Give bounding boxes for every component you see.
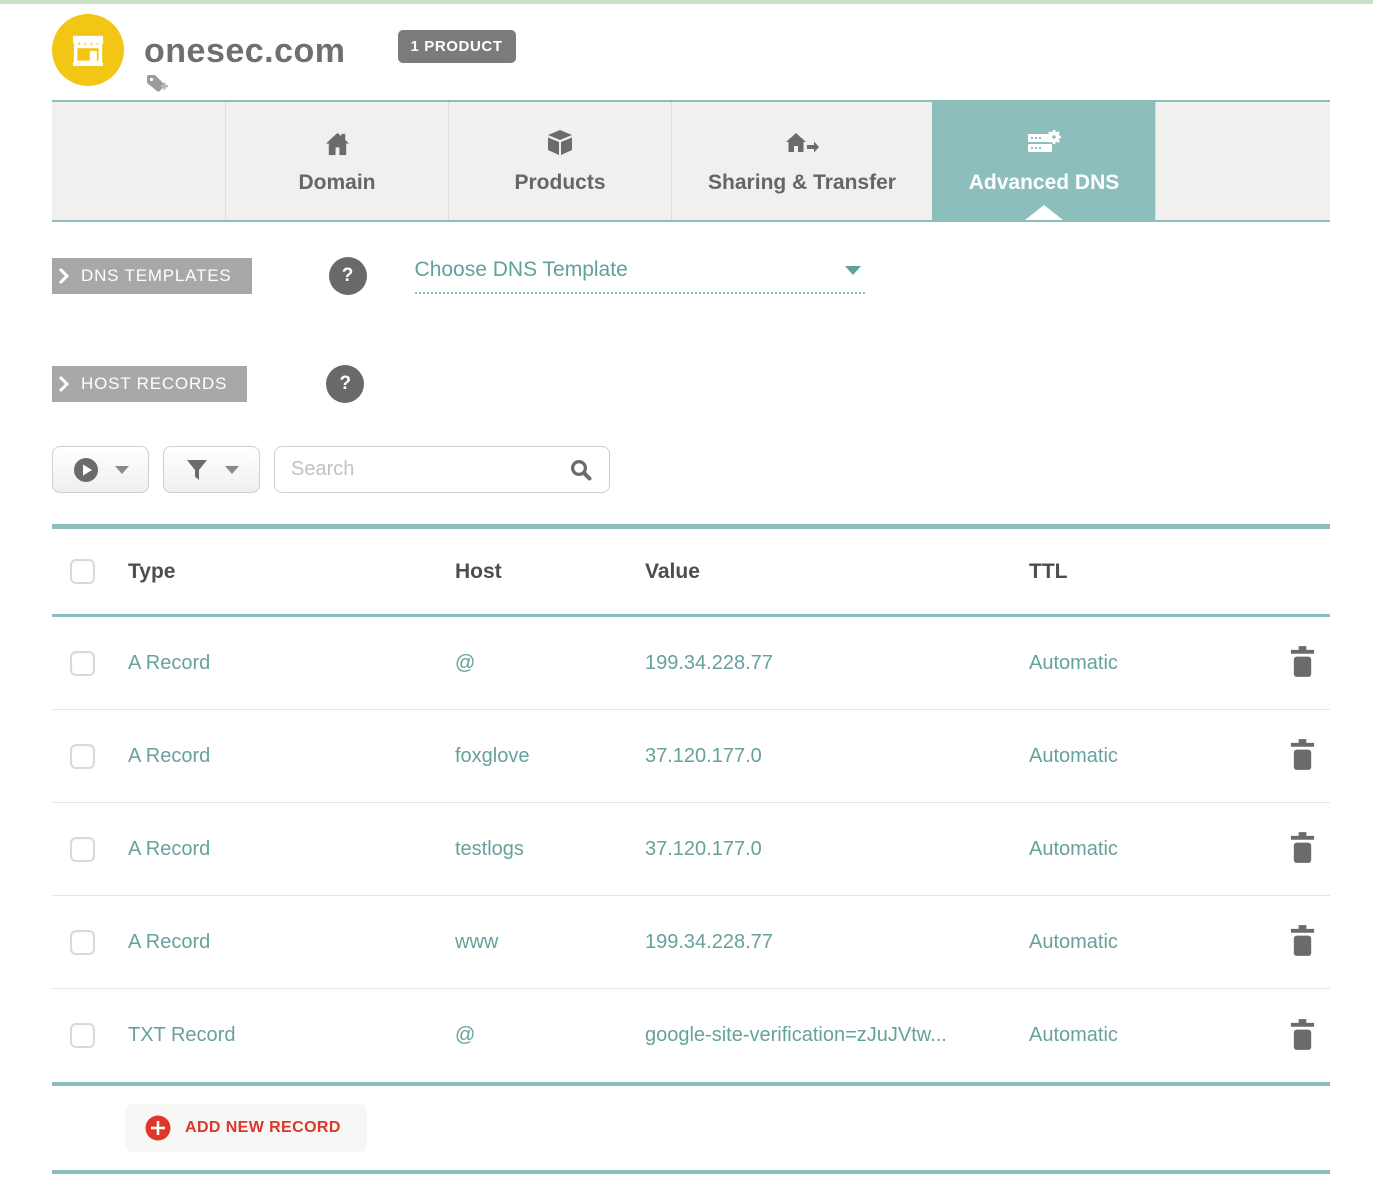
table-row: A Record foxglove 37.120.177.0 Automatic — [52, 710, 1330, 803]
trash-icon — [1289, 646, 1316, 677]
column-header-value: Value — [645, 560, 1029, 584]
tab-label: Advanced DNS — [969, 171, 1120, 195]
tab-label: Sharing & Transfer — [708, 171, 896, 195]
record-type[interactable]: A Record — [128, 931, 455, 954]
trash-icon — [1289, 925, 1316, 956]
table-row: TXT Record @ google-site-verification=zJ… — [52, 989, 1330, 1082]
record-type[interactable]: A Record — [128, 652, 455, 675]
tab-products[interactable]: Products — [448, 102, 671, 220]
records-toolbar — [52, 446, 1330, 493]
chevron-down-icon — [845, 266, 861, 275]
record-value[interactable]: 199.34.228.77 — [645, 931, 1029, 954]
record-host[interactable]: testlogs — [455, 838, 645, 861]
search-input[interactable] — [291, 458, 569, 481]
delete-record-button[interactable] — [1285, 735, 1320, 777]
select-all-checkbox[interactable] — [70, 559, 95, 584]
dropdown-value: Choose DNS Template — [415, 258, 628, 282]
bulk-actions-button[interactable] — [52, 446, 149, 493]
record-ttl[interactable]: Automatic — [1029, 652, 1275, 675]
filter-button[interactable] — [163, 446, 260, 493]
delete-record-button[interactable] — [1285, 921, 1320, 963]
trash-icon — [1289, 739, 1316, 770]
home-icon — [324, 128, 351, 158]
dns-templates-help-button[interactable]: ? — [329, 257, 367, 295]
dns-templates-section: DNS TEMPLATES ? Choose DNS Template — [52, 257, 1330, 295]
section-label: HOST RECORDS — [81, 374, 227, 394]
delete-record-button[interactable] — [1285, 828, 1320, 870]
record-host[interactable]: foxglove — [455, 745, 645, 768]
record-ttl[interactable]: Automatic — [1029, 838, 1275, 861]
chevron-right-icon — [58, 267, 69, 285]
product-count-badge: 1 PRODUCT — [398, 30, 516, 63]
dns-template-dropdown[interactable]: Choose DNS Template — [415, 258, 865, 294]
delete-record-button[interactable] — [1285, 642, 1320, 684]
row-checkbox[interactable] — [70, 930, 95, 955]
chevron-right-icon — [58, 375, 69, 393]
record-host[interactable]: @ — [455, 652, 645, 675]
bottom-divider — [52, 1170, 1330, 1174]
record-type[interactable]: A Record — [128, 838, 455, 861]
tab-label: Domain — [298, 171, 375, 195]
tab-spacer — [52, 102, 225, 220]
dns-server-gear-icon — [1027, 128, 1061, 158]
host-records-section: HOST RECORDS ? — [52, 365, 1330, 403]
add-new-record-button[interactable]: ADD NEW RECORD — [125, 1104, 367, 1152]
chevron-down-icon — [225, 466, 239, 474]
column-header-host: Host — [455, 560, 645, 584]
record-type[interactable]: TXT Record — [128, 1024, 455, 1047]
host-records-help-button[interactable]: ? — [326, 365, 364, 403]
tab-label: Products — [514, 171, 605, 195]
add-record-section: ADD NEW RECORD — [52, 1086, 1330, 1170]
column-header-ttl: TTL — [1029, 560, 1275, 584]
plus-circle-icon — [145, 1115, 171, 1141]
row-checkbox[interactable] — [70, 744, 95, 769]
domain-header: onesec.com 1 PRODUCT — [52, 4, 1330, 100]
trash-icon — [1289, 832, 1316, 863]
record-value[interactable]: 199.34.228.77 — [645, 652, 1029, 675]
record-ttl[interactable]: Automatic — [1029, 1024, 1275, 1047]
record-ttl[interactable]: Automatic — [1029, 931, 1275, 954]
host-records-table: Type Host Value TTL A Record @ 199.34.22… — [52, 524, 1330, 1086]
tab-spacer — [1155, 102, 1330, 220]
table-row: A Record www 199.34.228.77 Automatic — [52, 896, 1330, 989]
tab-domain[interactable]: Domain — [225, 102, 448, 220]
record-host[interactable]: @ — [455, 1024, 645, 1047]
table-body: A Record @ 199.34.228.77 Automatic A Rec… — [52, 617, 1330, 1086]
record-value[interactable]: 37.120.177.0 — [645, 838, 1029, 861]
table-row: A Record @ 199.34.228.77 Automatic — [52, 617, 1330, 710]
storefront-icon — [52, 14, 124, 86]
tab-sharing-transfer[interactable]: Sharing & Transfer — [671, 102, 932, 220]
row-checkbox[interactable] — [70, 837, 95, 862]
host-records-ribbon: HOST RECORDS — [52, 366, 247, 402]
table-row: A Record testlogs 37.120.177.0 Automatic — [52, 803, 1330, 896]
row-checkbox[interactable] — [70, 1023, 95, 1048]
record-type[interactable]: A Record — [128, 745, 455, 768]
record-ttl[interactable]: Automatic — [1029, 745, 1275, 768]
delete-record-button[interactable] — [1285, 1015, 1320, 1057]
dns-templates-ribbon: DNS TEMPLATES — [52, 258, 252, 294]
column-header-type: Type — [128, 560, 455, 584]
tab-bar: Domain Products Sharing & Transfer — [52, 100, 1330, 222]
section-label: DNS TEMPLATES — [81, 266, 232, 286]
chevron-down-icon — [115, 466, 129, 474]
page-title: onesec.com — [144, 32, 346, 71]
row-checkbox[interactable] — [70, 651, 95, 676]
record-value[interactable]: google-site-verification=zJuJVtw... — [645, 1024, 1029, 1047]
filter-funnel-icon — [185, 458, 209, 482]
trash-icon — [1289, 1019, 1316, 1050]
record-value[interactable]: 37.120.177.0 — [645, 745, 1029, 768]
search-icon[interactable] — [569, 458, 593, 482]
tab-advanced-dns[interactable]: Advanced DNS — [932, 102, 1155, 220]
table-header-row: Type Host Value TTL — [52, 529, 1330, 617]
search-box — [274, 446, 610, 493]
box-icon — [545, 128, 575, 158]
record-host[interactable]: www — [455, 931, 645, 954]
house-transfer-icon — [785, 128, 819, 158]
add-tag-icon[interactable] — [146, 74, 168, 96]
play-circle-icon — [73, 457, 99, 483]
active-tab-notch — [1025, 205, 1063, 220]
add-record-label: ADD NEW RECORD — [185, 1119, 341, 1137]
